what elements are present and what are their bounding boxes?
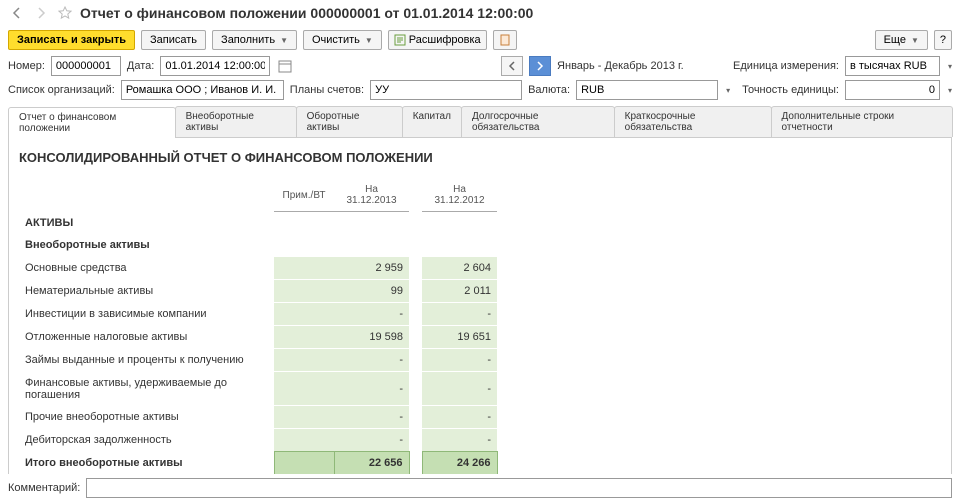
footer: Комментарий: bbox=[0, 474, 960, 502]
table-row: Займы выданные и проценты к получению-- bbox=[19, 349, 497, 372]
table-row: Финансовые активы, удерживаемые до погаш… bbox=[19, 372, 497, 406]
table-row: Инвестиции в зависимые компании-- bbox=[19, 303, 497, 326]
save-close-button[interactable]: Записать и закрыть bbox=[8, 30, 135, 50]
orgs-input[interactable] bbox=[121, 80, 284, 100]
col-header-1: На 31.12.2013 bbox=[334, 179, 409, 212]
currency-label: Валюта: bbox=[528, 84, 570, 96]
tab-noncurrent-assets[interactable]: Внеоборотные активы bbox=[175, 106, 297, 137]
fill-button[interactable]: Заполнить▼ bbox=[212, 30, 297, 50]
precision-input[interactable] bbox=[845, 80, 940, 100]
unit-label: Единица измерения: bbox=[733, 60, 839, 72]
title-bar: Отчет о финансовом положении 000000001 о… bbox=[0, 0, 960, 26]
date-label: Дата: bbox=[127, 60, 154, 72]
tab-additional-lines[interactable]: Дополнительные строки отчетности bbox=[771, 106, 953, 137]
calendar-icon[interactable] bbox=[276, 57, 294, 75]
form-row-1: Номер: Дата: Январь - Декабрь 2013 г. Ед… bbox=[0, 54, 960, 78]
section-noncurrent: Внеоборотные активы bbox=[19, 234, 497, 257]
chevron-down-icon[interactable]: ▾ bbox=[948, 62, 952, 71]
period-next-button[interactable] bbox=[529, 56, 551, 76]
table-row: Отложенные налоговые активы19 59819 651 bbox=[19, 326, 497, 349]
plans-label: Планы счетов: bbox=[290, 84, 364, 96]
help-button[interactable]: ? bbox=[934, 30, 952, 50]
chevron-down-icon[interactable]: ▾ bbox=[726, 86, 730, 95]
tab-longterm-liabilities[interactable]: Долгосрочные обязательства bbox=[461, 106, 615, 137]
plans-input[interactable] bbox=[370, 80, 522, 100]
clear-button[interactable]: Очистить▼ bbox=[303, 30, 382, 50]
tab-bar: Отчет о финансовом положении Внеоборотны… bbox=[8, 106, 952, 138]
back-icon[interactable] bbox=[8, 4, 26, 22]
report-area[interactable]: КОНСОЛИДИРОВАННЫЙ ОТЧЕТ О ФИНАНСОВОМ ПОЛ… bbox=[8, 138, 952, 500]
save-button[interactable]: Записать bbox=[141, 30, 206, 50]
tab-financial-position[interactable]: Отчет о финансовом положении bbox=[8, 107, 176, 138]
section-assets: АКТИВЫ bbox=[19, 212, 497, 235]
col-header-prim: Прим./ВТ bbox=[274, 179, 334, 212]
chevron-down-icon[interactable]: ▾ bbox=[948, 86, 952, 95]
unit-input[interactable] bbox=[845, 56, 940, 76]
total-row: Итого внеоборотные активы 22 656 24 266 bbox=[19, 452, 497, 475]
number-label: Номер: bbox=[8, 60, 45, 72]
main-toolbar: Записать и закрыть Записать Заполнить▼ О… bbox=[0, 26, 960, 54]
table-row: Нематериальные активы992 011 bbox=[19, 280, 497, 303]
col-header-2: На 31.12.2012 bbox=[422, 179, 497, 212]
orgs-label: Список организаций: bbox=[8, 84, 115, 96]
more-button[interactable]: Еще▼ bbox=[875, 30, 928, 50]
precision-label: Точность единицы: bbox=[742, 84, 839, 96]
forward-icon[interactable] bbox=[32, 4, 50, 22]
tab-shortterm-liabilities[interactable]: Краткосрочные обязательства bbox=[614, 106, 772, 137]
date-input[interactable] bbox=[160, 56, 270, 76]
page-title: Отчет о финансовом положении 000000001 о… bbox=[80, 5, 533, 21]
table-row: Основные средства2 9592 604 bbox=[19, 257, 497, 280]
table-row: Прочие внеоборотные активы-- bbox=[19, 406, 497, 429]
period-value: Январь - Декабрь 2013 г. bbox=[557, 60, 727, 72]
report-table: Прим./ВТ На 31.12.2013 На 31.12.2012 АКТ… bbox=[19, 179, 498, 500]
comment-label: Комментарий: bbox=[8, 482, 80, 494]
form-row-2: Список организаций: Планы счетов: Валюта… bbox=[0, 78, 960, 102]
currency-input[interactable] bbox=[576, 80, 718, 100]
comment-input[interactable] bbox=[86, 478, 952, 498]
report-button[interactable] bbox=[493, 30, 517, 50]
tab-current-assets[interactable]: Оборотные активы bbox=[296, 106, 403, 137]
tab-capital[interactable]: Капитал bbox=[402, 106, 462, 137]
decrypt-button[interactable]: Расшифровка bbox=[388, 30, 487, 50]
report-title: КОНСОЛИДИРОВАННЫЙ ОТЧЕТ О ФИНАНСОВОМ ПОЛ… bbox=[19, 150, 941, 165]
period-prev-button[interactable] bbox=[501, 56, 523, 76]
table-row: Дебиторская задолженность-- bbox=[19, 429, 497, 452]
number-input[interactable] bbox=[51, 56, 121, 76]
star-icon[interactable] bbox=[56, 4, 74, 22]
